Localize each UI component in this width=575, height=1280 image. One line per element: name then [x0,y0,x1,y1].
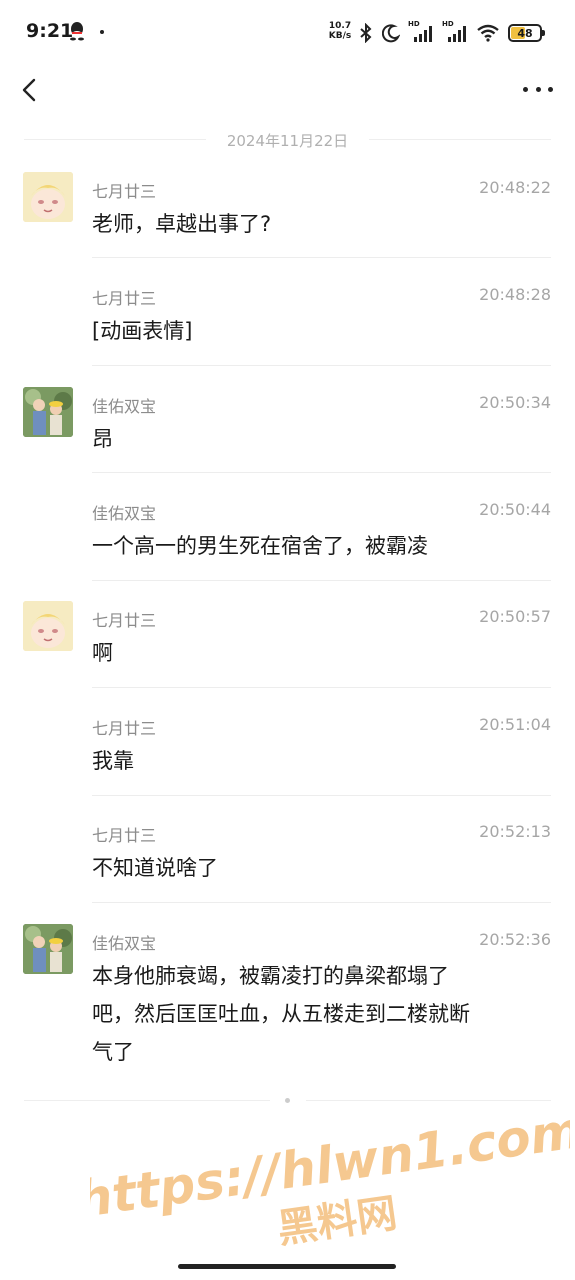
signal-icon: HD [442,20,468,44]
avatar[interactable] [23,387,73,437]
avatar[interactable] [23,924,73,974]
message-text: 啊 [92,641,113,665]
battery-icon: 48 [508,24,545,42]
divider [92,902,551,903]
watermark: https://hlwn1.com 黑料网 [90,1100,570,1250]
message-time: 20:52:36 [479,930,551,949]
divider [92,365,551,366]
message-time: 20:51:04 [479,715,551,734]
network-speed: 10.7 KB/s [326,21,354,41]
status-time: 9:21 [26,20,74,42]
network-speed-unit: KB/s [328,31,352,41]
message-time: 20:50:44 [479,500,551,519]
avatar[interactable] [23,601,73,651]
sender-name: 七月廿三 [92,826,157,845]
divider [92,472,551,473]
sender-name: 七月廿三 [92,719,157,738]
network-speed-value: 10.7 [328,21,352,31]
message-text: 本身他肺衰竭，被霸凌打的鼻梁都塌了 吧，然后匡匡吐血，从五楼走到二楼就断 气了 [92,957,537,1071]
message-text: 我靠 [92,749,134,773]
status-bar: 9:21 10.7 KB/s HD HD 48 [0,0,575,64]
message-time: 20:50:57 [479,607,551,626]
qq-icon [70,22,84,41]
message-text-line: 吧，然后匡匡吐血，从五楼走到二楼就断 [92,1002,470,1026]
status-icons: HD HD 48 [358,20,545,44]
moon-icon [382,24,400,43]
message-text-line: 本身他肺衰竭，被霸凌打的鼻梁都塌了 [92,964,449,988]
more-icon[interactable] [523,82,553,96]
avatar[interactable] [23,172,73,222]
bluetooth-icon [360,23,372,43]
date-divider: 2024年11月22日 [24,128,551,150]
wifi-icon [477,24,499,42]
sender-name: 七月廿三 [92,289,157,308]
message-text: 不知道说啥了 [92,856,218,880]
home-indicator[interactable] [178,1264,396,1269]
sender-name: 佳佑双宝 [92,397,157,416]
signal-icon: HD [408,20,434,44]
sender-name: 七月廿三 [92,611,157,630]
notification-dot [100,30,104,34]
message-text: [动画表情] [92,319,193,343]
message-time: 20:48:28 [479,285,551,304]
message-time: 20:48:22 [479,178,551,197]
hd-label: HD [442,20,454,28]
chevron-left-icon[interactable] [16,74,46,106]
nav-bar [0,64,575,116]
divider [92,580,551,581]
message-time: 20:52:13 [479,822,551,841]
hd-label: HD [408,20,420,28]
divider [92,795,551,796]
message-text: 一个高一的男生死在宿舍了，被霸凌 [92,534,428,558]
message-text: 昂 [92,427,113,451]
message-text-line: 气了 [92,1040,134,1064]
divider [92,257,551,258]
date-label: 2024年11月22日 [226,132,349,150]
battery-level: 48 [517,26,533,40]
sender-name: 七月廿三 [92,182,157,201]
message-text: 老师，卓越出事了? [92,212,272,236]
sender-name: 佳佑双宝 [92,504,157,523]
divider [92,687,551,688]
sender-name: 佳佑双宝 [92,934,157,953]
message-time: 20:50:34 [479,393,551,412]
